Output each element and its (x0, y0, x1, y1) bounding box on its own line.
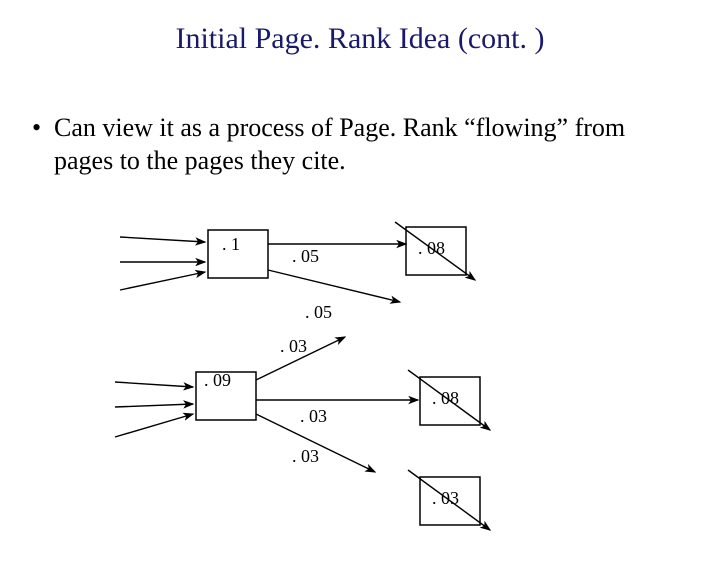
edge-label-e5: . 03 (292, 446, 319, 466)
arrow-in-n3-2 (115, 404, 193, 407)
edge-label-e2: . 05 (305, 302, 332, 322)
arrow-in-n3-1 (115, 382, 193, 387)
edge-label-e3: . 03 (280, 336, 307, 356)
node-n1-label: . 1 (222, 234, 240, 254)
edge-label-e4: . 03 (300, 406, 327, 426)
arrow-through-n2 (395, 222, 475, 280)
edge-label-e1: . 05 (292, 246, 319, 266)
arrow-in-n1-3 (120, 272, 205, 290)
node-n3-label: . 09 (204, 370, 231, 390)
arrow-in-n1-1 (120, 237, 205, 242)
pagerank-diagram: . 1 . 05 . 08 . 05 . 09 . 03 . 03 . 03 .… (0, 22, 720, 562)
arrow-in-n3-3 (115, 414, 193, 437)
arrow-n1-out (268, 270, 400, 302)
